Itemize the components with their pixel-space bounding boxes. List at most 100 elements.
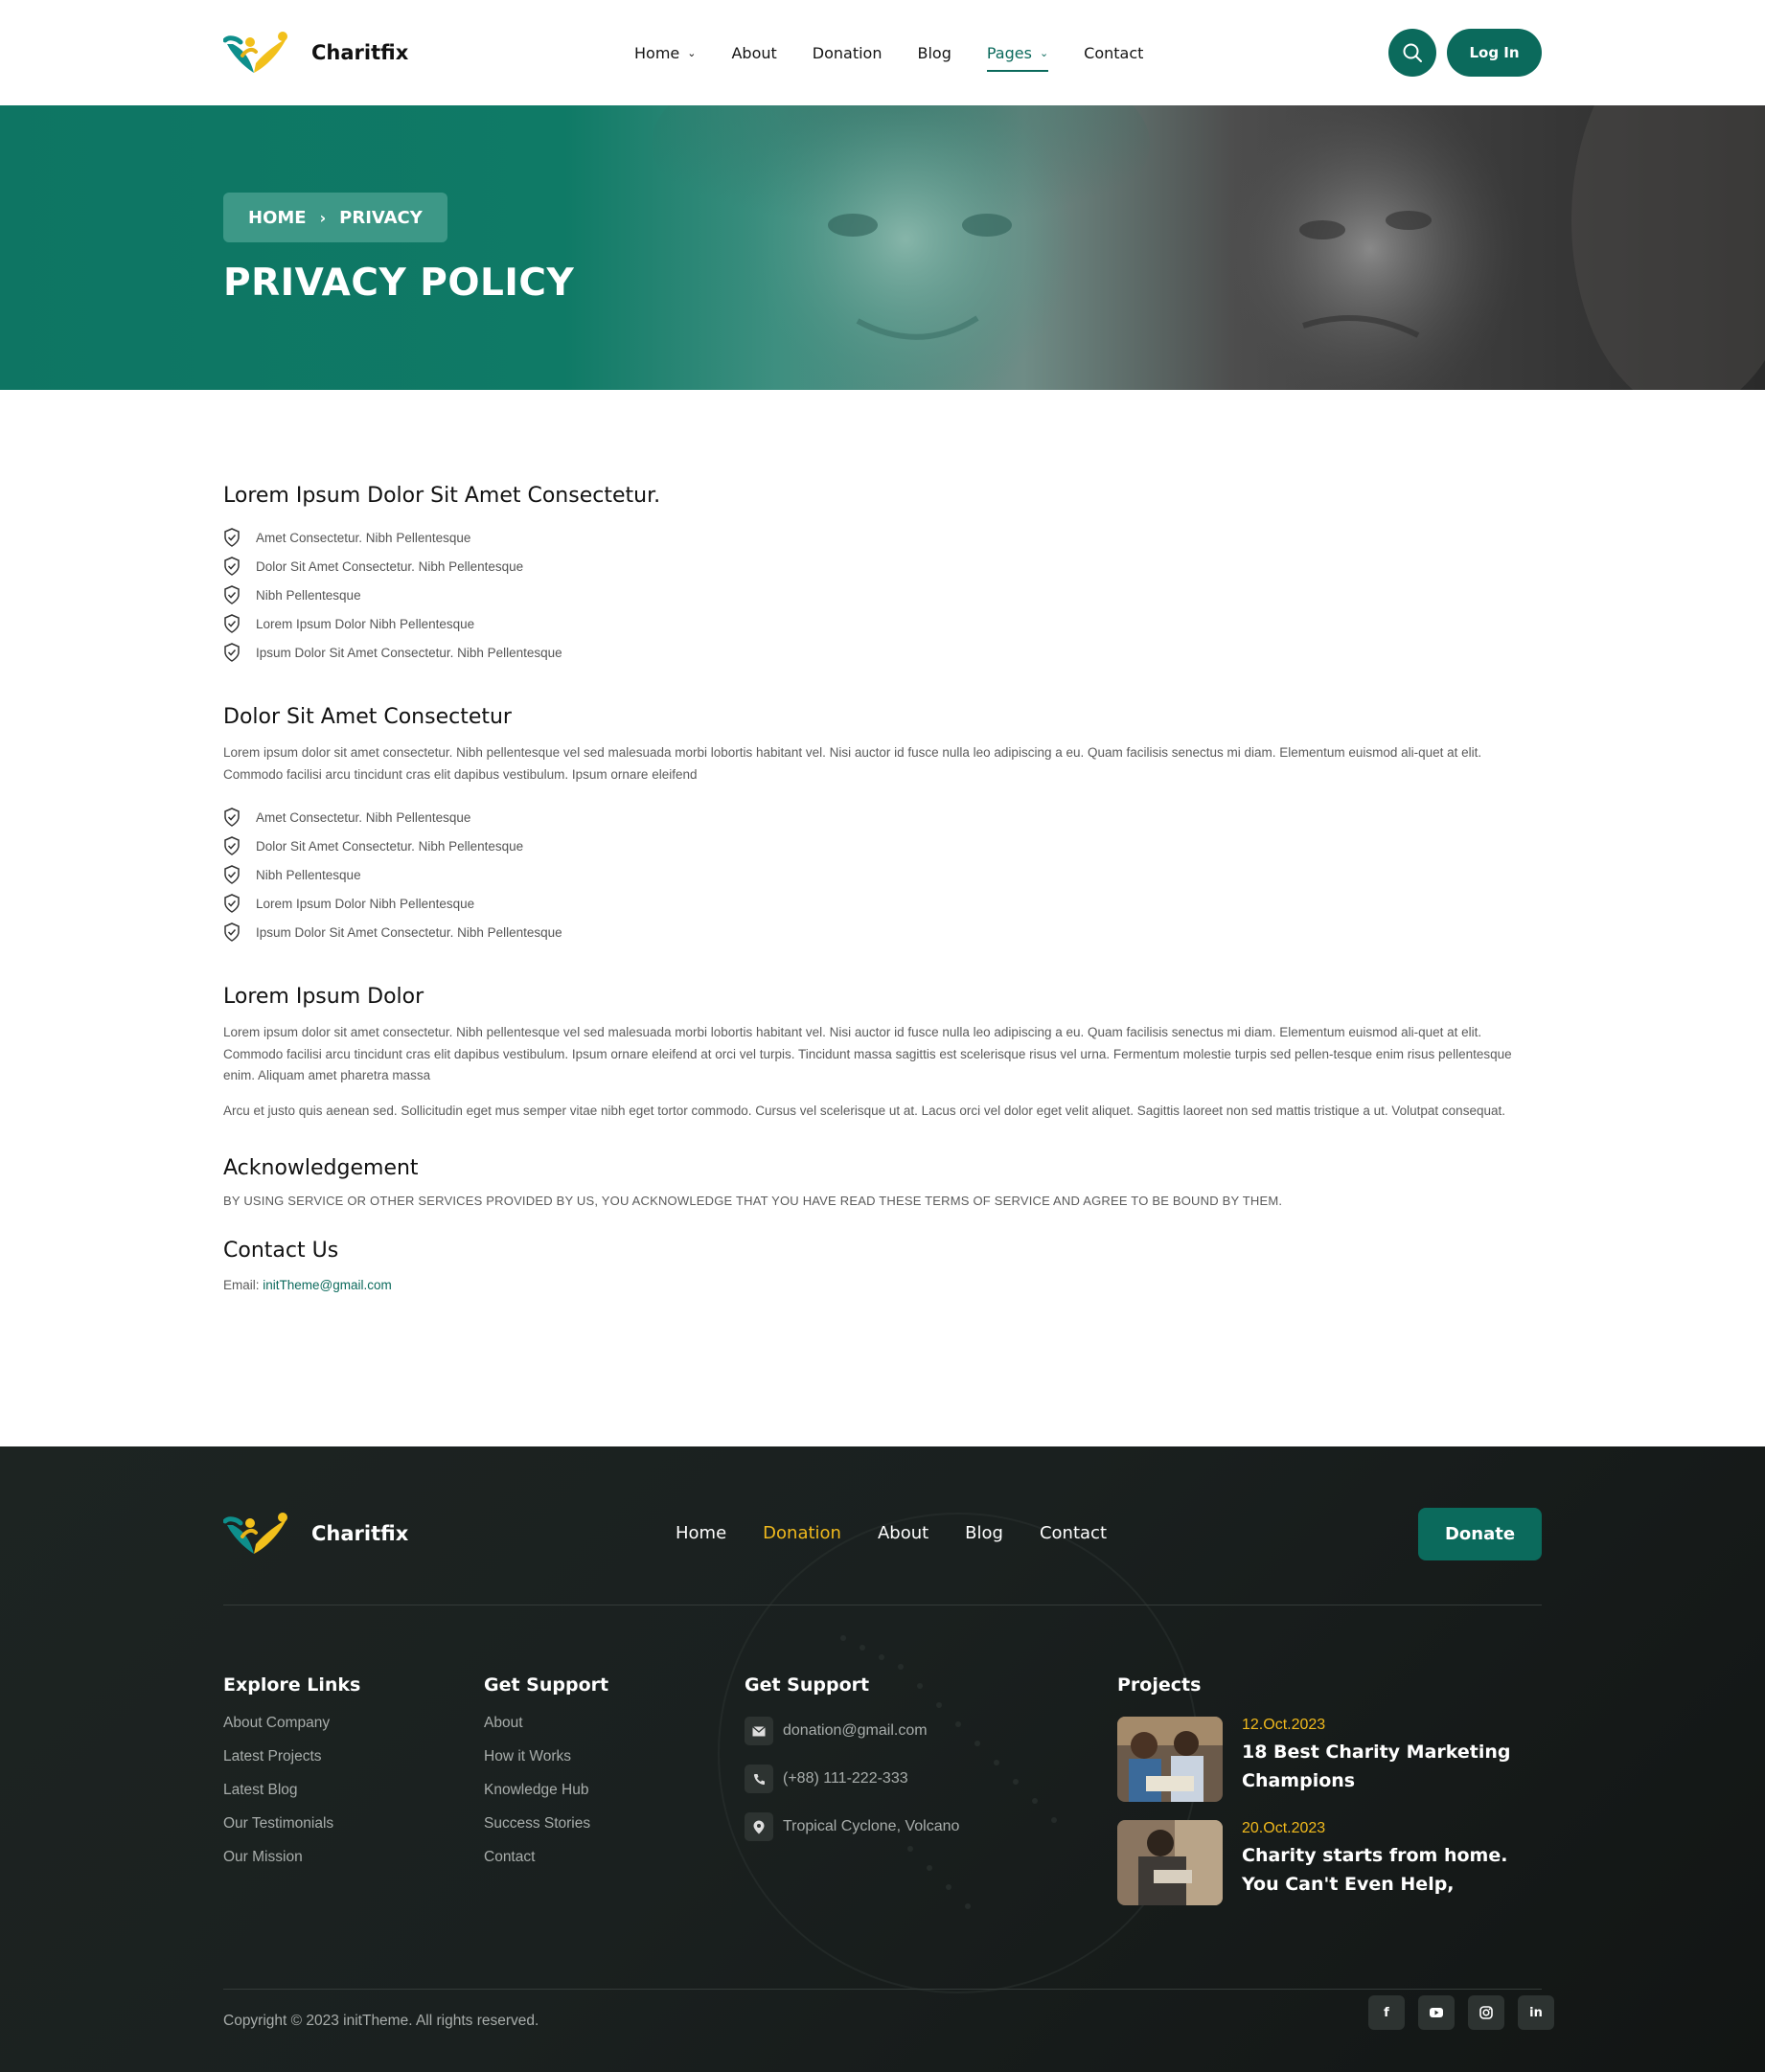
instagram-icon[interactable] <box>1468 1995 1504 2030</box>
footer-nav-donation[interactable]: Donation <box>763 1523 841 1543</box>
footer-link[interactable]: Contact <box>484 1849 608 1882</box>
contact-email-row[interactable]: donation@gmail.com <box>745 1707 959 1755</box>
contact-email: donation@gmail.com <box>783 1722 928 1739</box>
contact-info-column: Get Support donation@gmail.com (+88) 111… <box>745 1674 959 1851</box>
column-title: Explore Links <box>223 1674 361 1696</box>
project-thumbnail-image <box>1117 1717 1223 1802</box>
footer-link[interactable]: Our Testimonials <box>223 1815 360 1849</box>
footer-nav-contact[interactable]: Contact <box>1040 1523 1107 1543</box>
list-item-text: Amet Consectetur. Nibh Pellentesque <box>256 530 471 545</box>
section-paragraph: Arcu et justo quis aenean sed. Sollicitu… <box>223 1103 1505 1118</box>
footer-nav-home[interactable]: Home <box>676 1523 726 1543</box>
support-links-column: Get Support About How it Works Knowledge… <box>484 1674 608 1882</box>
contact-email-link[interactable]: initTheme@gmail.com <box>263 1278 392 1292</box>
acknowledgement-heading: Acknowledgement <box>223 1156 419 1180</box>
project-title[interactable]: 18 Best Charity Marketing Champions <box>1242 1738 1542 1795</box>
nav-item-blog[interactable]: Blog <box>917 44 951 62</box>
nav-item-about[interactable]: About <box>731 44 776 62</box>
footer-link[interactable]: About <box>484 1715 608 1748</box>
project-item[interactable]: 12.Oct.2023 18 Best Charity Marketing Ch… <box>1117 1717 1542 1802</box>
section-heading: Lorem Ipsum Dolor <box>223 985 424 1009</box>
column-title: Get Support <box>745 1674 870 1696</box>
list-item-text: Ipsum Dolor Sit Amet Consectetur. Nibh P… <box>256 924 562 940</box>
list-item-text: Ipsum Dolor Sit Amet Consectetur. Nibh P… <box>256 645 562 660</box>
list-item-text: Amet Consectetur. Nibh Pellentesque <box>256 809 471 825</box>
list-item: Dolor Sit Amet Consectetur. Nibh Pellent… <box>223 552 1542 581</box>
nav-item-pages[interactable]: Pages ⌄ <box>986 43 1049 72</box>
list-item: Dolor Sit Amet Consectetur. Nibh Pellent… <box>223 831 1542 860</box>
login-button[interactable]: Log In <box>1447 29 1542 77</box>
footer-link[interactable]: Knowledge Hub <box>484 1782 608 1815</box>
copyright-text: Copyright © 2023 initTheme. All rights r… <box>223 2013 539 2029</box>
shield-check-icon <box>224 643 240 662</box>
breadcrumb-current: PRIVACY <box>339 207 423 228</box>
footer-nav-about[interactable]: About <box>878 1523 928 1543</box>
contact-phone-row[interactable]: (+88) 111-222-333 <box>745 1755 959 1803</box>
site-footer: Charitfix Home Donation About Blog Conta… <box>0 1446 1765 2072</box>
envelope-icon <box>745 1717 773 1745</box>
shield-check-icon <box>224 614 240 633</box>
link-list: About Company Latest Projects Latest Blo… <box>223 1715 360 1882</box>
youtube-icon[interactable] <box>1418 1995 1455 2030</box>
project-thumbnail-image <box>1117 1820 1223 1905</box>
site-logo[interactable]: Charitfix <box>223 31 408 75</box>
bullet-list: Amet Consectetur. Nibh Pellentesque Dolo… <box>223 803 1542 946</box>
email-label: Email: <box>223 1278 260 1292</box>
shield-check-icon <box>224 836 240 855</box>
nav-label: Pages <box>986 43 1032 62</box>
footer-link[interactable]: Latest Blog <box>223 1782 360 1815</box>
chevron-down-icon: ⌄ <box>1039 46 1049 59</box>
contact-heading: Contact Us <box>223 1239 339 1263</box>
nav-label: About <box>731 43 777 62</box>
nav-label: Blog <box>917 43 951 62</box>
section-paragraph: Lorem ipsum dolor sit amet consectetur. … <box>223 1025 1512 1082</box>
contact-address-row: Tropical Cyclone, Volcano <box>745 1803 959 1851</box>
shield-check-icon <box>224 865 240 884</box>
footer-link[interactable]: Success Stories <box>484 1815 608 1849</box>
nav-item-home[interactable]: Home ⌄ <box>634 44 696 62</box>
section-heading: Lorem Ipsum Dolor Sit Amet Consectetur. <box>223 484 661 508</box>
footer-link[interactable]: Latest Projects <box>223 1748 360 1782</box>
nav-item-contact[interactable]: Contact <box>1084 44 1143 62</box>
search-button[interactable] <box>1388 29 1436 77</box>
project-info: 12.Oct.2023 18 Best Charity Marketing Ch… <box>1242 1717 1542 1802</box>
list-item-text: Nibh Pellentesque <box>256 867 361 882</box>
footer-link[interactable]: About Company <box>223 1715 360 1748</box>
bullet-list: Amet Consectetur. Nibh Pellentesque Dolo… <box>223 523 1542 667</box>
column-title: Projects <box>1117 1674 1202 1696</box>
breadcrumb: HOME › PRIVACY <box>223 193 447 242</box>
footer-logo[interactable]: Charitfix <box>223 1512 408 1556</box>
project-date: 12.Oct.2023 <box>1242 1717 1326 1733</box>
list-item: Nibh Pellentesque <box>223 581 1542 609</box>
list-item: Lorem Ipsum Dolor Nibh Pellentesque <box>223 609 1542 638</box>
section-heading: Dolor Sit Amet Consectetur <box>223 705 512 729</box>
project-title[interactable]: Charity starts from home. You Can't Even… <box>1242 1841 1542 1899</box>
contact-email-line: Email: initTheme@gmail.com <box>223 1278 1542 1292</box>
project-info: 20.Oct.2023 Charity starts from home. Yo… <box>1242 1820 1542 1905</box>
breadcrumb-home-link[interactable]: HOME <box>248 208 307 228</box>
list-item-text: Lorem Ipsum Dolor Nibh Pellentesque <box>256 896 475 911</box>
list-item-text: Lorem Ipsum Dolor Nibh Pellentesque <box>256 616 475 631</box>
footer-nav-blog[interactable]: Blog <box>965 1523 1003 1543</box>
shield-check-icon <box>224 894 240 913</box>
column-title: Get Support <box>484 1674 609 1696</box>
footer-link[interactable]: Our Mission <box>223 1849 360 1882</box>
footer-link[interactable]: How it Works <box>484 1748 608 1782</box>
nav-label: Donation <box>812 43 882 62</box>
list-item: Ipsum Dolor Sit Amet Consectetur. Nibh P… <box>223 638 1542 667</box>
acknowledgement-text: BY USING SERVICE OR OTHER SERVICES PROVI… <box>223 1194 1283 1208</box>
phone-icon <box>745 1765 773 1793</box>
donate-button[interactable]: Donate <box>1418 1508 1542 1560</box>
nav-item-donation[interactable]: Donation <box>813 44 882 62</box>
facebook-icon[interactable]: f <box>1368 1995 1405 2030</box>
project-item[interactable]: 20.Oct.2023 Charity starts from home. Yo… <box>1117 1820 1542 1905</box>
footer-brand-name: Charitfix <box>311 1522 409 1545</box>
linkedin-icon[interactable]: in <box>1518 1995 1554 2030</box>
privacy-content: Lorem Ipsum Dolor Sit Amet Consectetur. … <box>223 484 1542 1292</box>
shield-check-icon <box>224 557 240 576</box>
shield-check-icon <box>224 808 240 827</box>
list-item-text: Nibh Pellentesque <box>256 587 361 603</box>
section-paragraph: Lorem ipsum dolor sit amet consectetur. … <box>223 745 1482 782</box>
heart-hands-logo-icon <box>223 32 287 73</box>
nav-label: Home <box>634 43 680 62</box>
